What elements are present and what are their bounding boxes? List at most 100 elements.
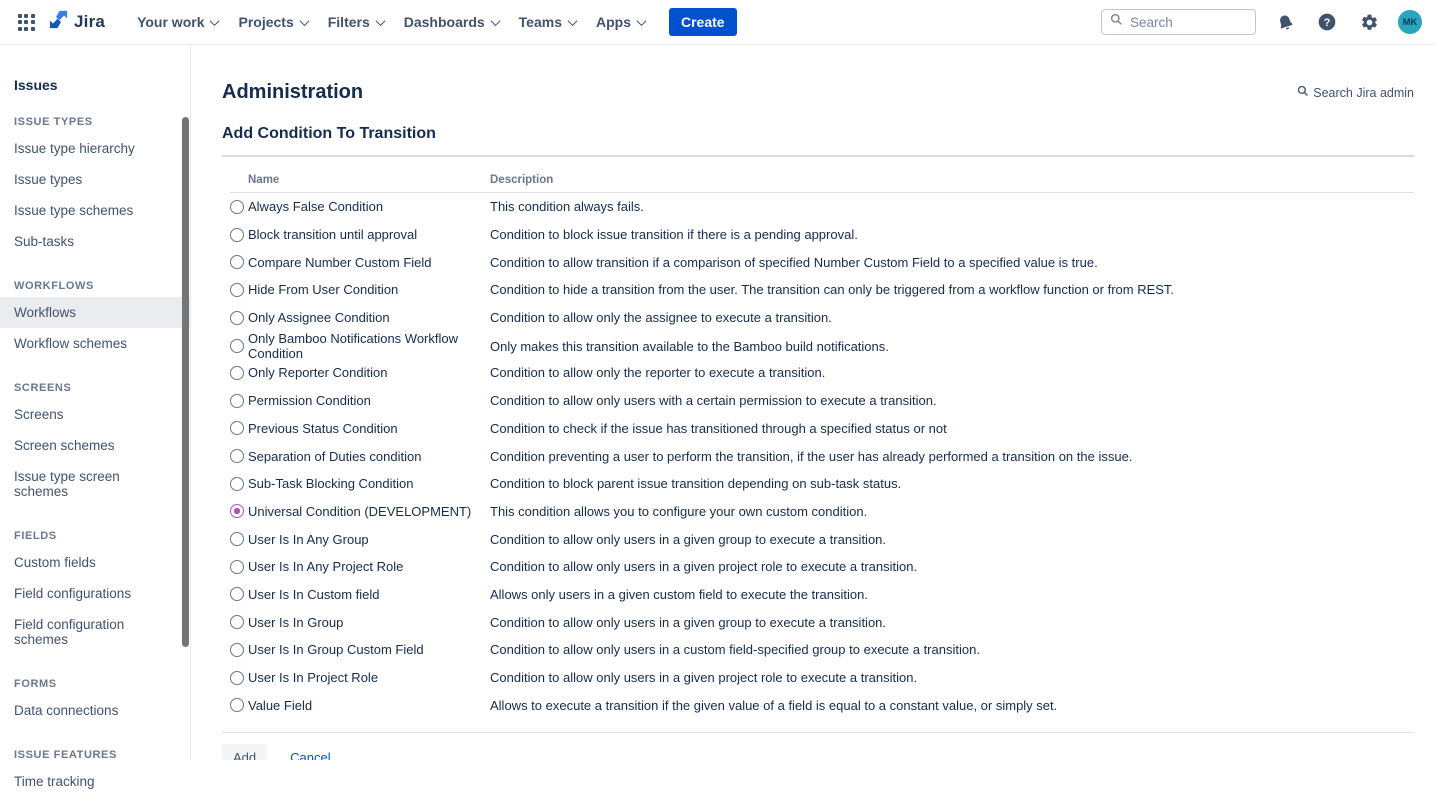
search-input[interactable] [1130, 15, 1240, 30]
nav-menu-apps[interactable]: Apps [586, 8, 655, 36]
nav-right-cluster: ? MK [1101, 9, 1422, 35]
table-row[interactable]: User Is In Project RoleCondition to allo… [230, 664, 1414, 692]
nav-menu-your-work[interactable]: Your work [127, 8, 228, 36]
add-button[interactable]: Add [222, 744, 267, 760]
condition-description: Condition to allow only the assignee to … [490, 310, 1414, 325]
condition-radio[interactable] [230, 671, 244, 685]
condition-radio[interactable] [230, 587, 244, 601]
condition-name: User Is In Project Role [248, 670, 490, 685]
table-row[interactable]: Only Bamboo Notifications Workflow Condi… [230, 331, 1414, 359]
table-row[interactable]: Compare Number Custom FieldCondition to … [230, 248, 1414, 276]
condition-radio[interactable] [230, 532, 244, 546]
jira-logo-text: Jira [74, 12, 105, 32]
sidebar-item-time-tracking[interactable]: Time tracking [0, 766, 190, 797]
table-row[interactable]: User Is In Any GroupCondition to allow o… [230, 525, 1414, 553]
condition-description: Only makes this transition available to … [490, 339, 1414, 354]
create-button[interactable]: Create [669, 8, 737, 36]
table-row[interactable]: Always False ConditionThis condition alw… [230, 193, 1414, 221]
global-search[interactable] [1101, 9, 1256, 35]
condition-radio[interactable] [230, 394, 244, 408]
condition-radio[interactable] [230, 421, 244, 435]
table-row[interactable]: User Is In GroupCondition to allow only … [230, 608, 1414, 636]
condition-radio[interactable] [230, 477, 244, 491]
condition-radio[interactable] [230, 200, 244, 214]
condition-name: Only Reporter Condition [248, 365, 490, 380]
condition-radio[interactable] [230, 255, 244, 269]
condition-description: Condition to hide a transition from the … [490, 282, 1414, 297]
sidebar-item-field-configuration-schemes[interactable]: Field configuration schemes [0, 609, 190, 655]
condition-name: Only Assignee Condition [248, 310, 490, 325]
table-row[interactable]: Separation of Duties conditionCondition … [230, 442, 1414, 470]
condition-radio[interactable] [230, 560, 244, 574]
table-row[interactable]: Value FieldAllows to execute a transitio… [230, 691, 1414, 719]
conditions-table: Name Description Always False ConditionT… [230, 167, 1414, 719]
condition-name: Compare Number Custom Field [248, 255, 490, 270]
condition-radio[interactable] [230, 615, 244, 629]
nav-menu-dashboards[interactable]: Dashboards [394, 8, 509, 36]
condition-description: Condition to allow only users in a given… [490, 532, 1414, 547]
notifications-bell-icon[interactable] [1272, 9, 1298, 35]
jira-logo[interactable]: Jira [48, 9, 105, 35]
sidebar-item-issue-type-schemes[interactable]: Issue type schemes [0, 195, 190, 226]
condition-name: Separation of Duties condition [248, 449, 490, 464]
condition-description: This condition always fails. [490, 199, 1414, 214]
sidebar-item-data-connections[interactable]: Data connections [0, 695, 190, 726]
app-switcher-icon[interactable] [14, 10, 38, 34]
sidebar-section-heading: FORMS [14, 678, 190, 690]
search-icon [1110, 13, 1123, 31]
cancel-link[interactable]: Cancel [290, 750, 330, 760]
nav-menu-label: Your work [137, 14, 204, 30]
sidebar-item-screen-schemes[interactable]: Screen schemes [0, 430, 190, 461]
chevron-down-icon [299, 16, 309, 26]
user-avatar[interactable]: MK [1398, 10, 1422, 34]
condition-description: Condition to block parent issue transiti… [490, 476, 1414, 491]
table-row[interactable]: Previous Status ConditionCondition to ch… [230, 415, 1414, 443]
sidebar-item-screens[interactable]: Screens [0, 399, 190, 430]
table-row[interactable]: Permission ConditionCondition to allow o… [230, 387, 1414, 415]
condition-name: User Is In Group Custom Field [248, 642, 490, 657]
table-row[interactable]: Only Assignee ConditionCondition to allo… [230, 304, 1414, 332]
condition-radio[interactable] [230, 449, 244, 463]
sidebar-item-issue-type-screen-schemes[interactable]: Issue type screen schemes [0, 461, 190, 507]
condition-radio[interactable] [230, 283, 244, 297]
sidebar-scrollbar[interactable] [182, 117, 189, 647]
chevron-down-icon [210, 16, 220, 26]
condition-radio[interactable] [230, 366, 244, 380]
search-jira-admin-link[interactable]: Search Jira admin [1297, 85, 1414, 100]
sidebar-item-workflow-schemes[interactable]: Workflow schemes [0, 328, 190, 359]
condition-radio[interactable] [230, 643, 244, 657]
condition-description: This condition allows you to configure y… [490, 504, 1414, 519]
table-row[interactable]: User Is In Custom fieldAllows only users… [230, 581, 1414, 609]
search-jira-admin-label: Search Jira admin [1313, 86, 1414, 100]
condition-radio[interactable] [230, 339, 244, 353]
sidebar-item-sub-tasks[interactable]: Sub-tasks [0, 226, 190, 257]
sidebar-item-issue-types[interactable]: Issue types [0, 164, 190, 195]
sidebar-item-field-configurations[interactable]: Field configurations [0, 578, 190, 609]
sidebar-item-workflows[interactable]: Workflows [0, 297, 190, 328]
gear-icon[interactable] [1356, 9, 1382, 35]
table-row[interactable]: Universal Condition (DEVELOPMENT)This co… [230, 498, 1414, 526]
table-row[interactable]: Sub-Task Blocking ConditionCondition to … [230, 470, 1414, 498]
condition-radio[interactable] [230, 698, 244, 712]
condition-radio[interactable] [230, 311, 244, 325]
condition-description: Condition to allow only users in a given… [490, 670, 1414, 685]
table-row[interactable]: Hide From User ConditionCondition to hid… [230, 276, 1414, 304]
column-header-name: Name [248, 174, 490, 186]
admin-sidebar: Issues ISSUE TYPESIssue type hierarchyIs… [0, 45, 191, 760]
condition-radio[interactable] [230, 504, 244, 518]
sidebar-item-issue-type-hierarchy[interactable]: Issue type hierarchy [0, 133, 190, 164]
help-icon[interactable]: ? [1314, 9, 1340, 35]
table-row[interactable]: Only Reporter ConditionCondition to allo… [230, 359, 1414, 387]
condition-name: Hide From User Condition [248, 282, 490, 297]
main-menu: Your work ProjectsFiltersDashboardsTeamsA… [127, 8, 655, 36]
table-row[interactable]: Block transition until approvalCondition… [230, 221, 1414, 249]
nav-menu-projects[interactable]: Projects [228, 8, 317, 36]
section-title: Add Condition To Transition [222, 125, 1414, 157]
chevron-down-icon [568, 16, 578, 26]
nav-menu-filters[interactable]: Filters [318, 8, 394, 36]
condition-radio[interactable] [230, 228, 244, 242]
table-row[interactable]: User Is In Group Custom FieldCondition t… [230, 636, 1414, 664]
nav-menu-teams[interactable]: Teams [509, 8, 586, 36]
table-row[interactable]: User Is In Any Project RoleCondition to … [230, 553, 1414, 581]
sidebar-item-custom-fields[interactable]: Custom fields [0, 547, 190, 578]
